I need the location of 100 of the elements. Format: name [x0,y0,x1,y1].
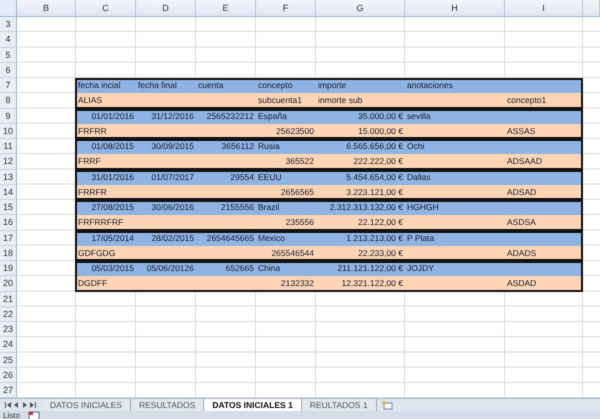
table-cell: P Plata [407,232,434,244]
table-cell: JOJDY [407,263,434,274]
table-cell: fecha incial [78,80,121,92]
table-cell: 3.223.121,00 € [346,186,403,198]
table-cell: cuenta [198,80,224,92]
table-cell: ASSAS [507,126,536,137]
table-cell: 35.000,00 € [358,110,403,122]
table-cell: 05/03/2015 [91,263,134,274]
table-cell: 01/07/2017 [151,172,194,183]
table-cell: 01/08/2015 [91,141,134,152]
column-header[interactable]: F [256,0,316,17]
row-header[interactable]: 25 [0,352,17,368]
row-header[interactable]: 17 [0,230,17,246]
row-header[interactable]: 11 [0,139,17,154]
table-cell: fecha final [138,80,177,92]
table-cell: 365522 [286,156,314,168]
row-header[interactable]: 12 [0,154,17,170]
row-header[interactable]: 13 [0,170,17,185]
column-header[interactable]: I [505,0,583,17]
row-header[interactable]: 8 [0,93,17,108]
table-cell: 22.122,00 € [358,217,403,228]
sheet-tab[interactable]: DATOS INICIALES 1 [204,399,302,411]
row-header[interactable]: 5 [0,48,17,63]
table-cell: 3656112 [222,141,254,152]
table-cell: 30/09/2015 [151,141,194,152]
table-cell: FRRFR [78,186,107,198]
row-header[interactable]: 16 [0,215,17,230]
table-cell: 652665 [226,263,254,274]
table-cell: 22.233,00 € [358,248,403,259]
row-header[interactable]: 22 [0,306,17,322]
table-cell: importe [318,80,346,92]
row-header[interactable]: 18 [0,246,17,261]
table-cell: Dallas [407,172,431,183]
column-header[interactable] [583,0,600,17]
row-header[interactable]: 27 [0,383,17,398]
row-header[interactable]: 21 [0,292,17,307]
table-cell: GDFGDG [78,248,116,259]
row-header[interactable]: 10 [0,124,17,139]
column-header[interactable]: D [136,0,196,17]
row-header[interactable]: 24 [0,337,17,352]
row-header[interactable]: 9 [0,108,17,124]
table-cell: Mexico [258,232,285,244]
table-cell: China [258,263,280,274]
row-header[interactable]: 23 [0,322,17,338]
table-cell: 2155556 [220,202,254,214]
row-header[interactable]: 19 [0,261,17,276]
column-header[interactable]: C [76,0,136,17]
table-cell: 211.121.122,00 € [337,263,403,274]
sheet-tab[interactable]: REULTADOS 1 [302,399,377,411]
row-header[interactable]: 14 [0,184,17,200]
column-header[interactable]: E [196,0,256,17]
table-cell: concepto1 [507,95,546,106]
table-cell: 1.213.213,00 € [346,232,403,244]
table-cell: DGDFF [78,278,108,290]
column-header[interactable]: B [17,0,76,17]
table-cell: EEUU [258,172,282,183]
table-cell: 01/01/2016 [91,110,134,122]
select-all-button[interactable] [0,0,17,17]
table-cell: 05/06/20126 [146,263,194,274]
table-cell: 5.454.654,00 € [346,172,403,183]
table-cell: 27/08/2015 [91,202,134,214]
table-cell: ADSAD [507,186,536,198]
table-cell: subcuenta1 [258,95,302,106]
table-cell: 2565232212 [206,110,254,122]
table-cell: 2654645665 [206,232,254,244]
table-cell: 30/06/2016 [151,202,194,214]
sheet-tab[interactable]: DATOS INICIALES [42,399,131,411]
table-cell: 31/12/2016 [151,110,194,122]
row-header[interactable]: 15 [0,200,17,216]
column-header[interactable]: G [316,0,405,17]
table-cell: 2132332 [280,278,314,290]
table-cell: 28/02/2015 [151,232,194,244]
table-cell: Rusia [258,141,280,152]
table-cell: 235556 [286,217,314,228]
row-header[interactable]: 20 [0,276,17,292]
row-header[interactable]: 6 [0,62,17,78]
table-cell: 17/05/2014 [91,232,134,244]
table-cell: 222.222,00 € [353,156,403,168]
column-header[interactable]: H [405,0,505,17]
table-cell: ASDSA [507,217,536,228]
table-cell: anotaciones [407,80,453,92]
status-text: Listo [3,411,20,419]
table-cell: inmorte sub [318,95,362,106]
table-cell: FRFRRFRF [78,217,124,228]
row-header[interactable]: 26 [0,368,17,383]
table-cell: HGHGH [407,202,439,214]
table-cell: FRFRR [78,126,107,137]
table-cell: 6.565.656,00 € [346,141,403,152]
table-cell: 25623500 [276,126,314,137]
table-cell: sevilla [407,110,431,122]
table-cell: ALIAS [78,95,102,106]
row-header[interactable]: 7 [0,78,17,94]
table-cell: 2.312.313.132,00 € [330,202,403,214]
row-header[interactable]: 4 [0,32,17,48]
row-header[interactable]: 3 [0,17,17,32]
sheet-tab[interactable]: RESULTADOS [130,399,204,411]
table-cell: ADADS [507,248,536,259]
table-cell: ASDAD [507,278,536,290]
table-cell: 31/01/2016 [91,172,134,183]
table-cell: Ochi [407,141,424,152]
